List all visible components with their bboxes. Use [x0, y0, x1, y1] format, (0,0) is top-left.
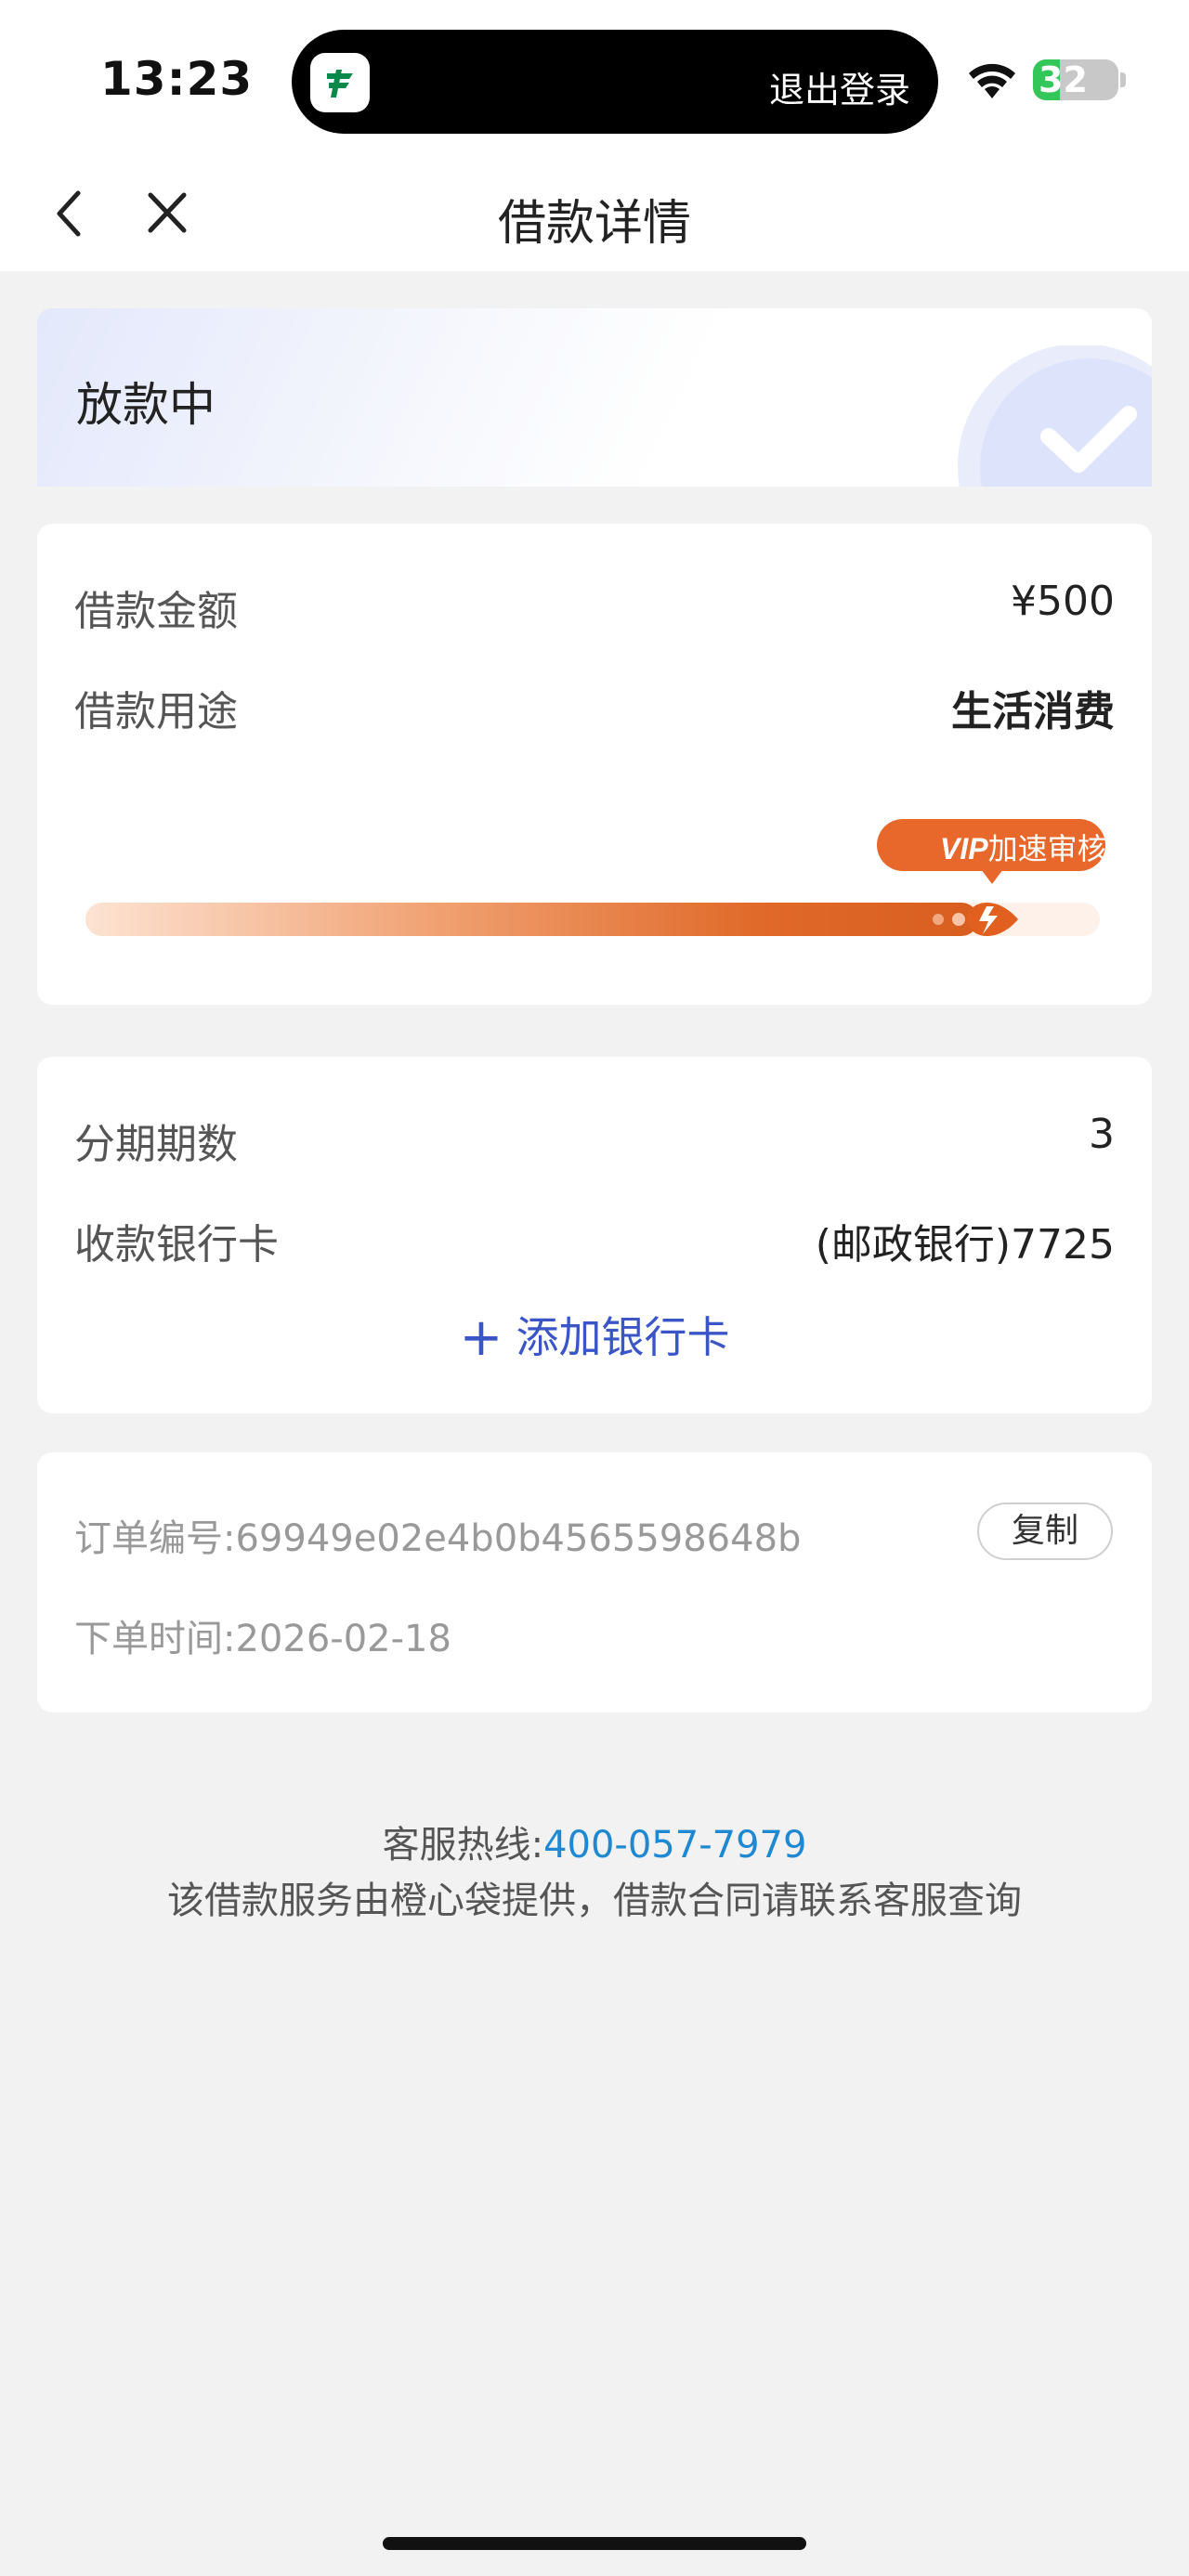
- postal-app-icon: [310, 53, 370, 112]
- order-time: 下单时间:2026-02-18: [74, 1608, 451, 1662]
- battery-percent: 32: [1039, 59, 1088, 100]
- check-icon: [958, 345, 1152, 487]
- service-provider-note: 该借款服务由橙心袋提供，借款合同请联系客服查询: [167, 1880, 1022, 1922]
- order-time-label: 下单时间:: [74, 1618, 236, 1660]
- loan-purpose-value: 生活消费: [951, 688, 1115, 735]
- battery-tip: [1120, 72, 1126, 87]
- hotline-number-link[interactable]: 400-057-7979: [543, 1824, 806, 1867]
- loan-status-title: 放款中: [76, 378, 216, 432]
- status-bar: 13:23 退出登录 32: [0, 0, 1189, 158]
- hotline-label: 客服热线:: [382, 1824, 544, 1867]
- loan-status-card: 放款中: [37, 308, 1152, 487]
- wifi-icon: [969, 63, 1015, 98]
- copy-button[interactable]: 复制: [977, 1503, 1113, 1560]
- dynamic-island[interactable]: 退出登录: [292, 30, 938, 134]
- logout-button[interactable]: 退出登录: [769, 61, 910, 112]
- customer-service-hotline: 客服热线:400-057-7979: [0, 1815, 1189, 1868]
- bank-card-label: 收款银行卡: [74, 1221, 279, 1268]
- order-time-value: 2026-02-18: [235, 1618, 451, 1660]
- installment-periods-value: 3: [1089, 1111, 1115, 1158]
- nav-bar: 借款详情: [0, 158, 1189, 271]
- add-bank-card-label: 添加银行卡: [516, 1312, 730, 1362]
- order-info-card: 订单编号:69949e02e4b0b4565598648b 复制 下单时间:20…: [37, 1452, 1152, 1712]
- page-title: 借款详情: [497, 196, 691, 252]
- installment-periods-label: 分期期数: [74, 1121, 238, 1168]
- vip-review-status: VIP加速审核中: [940, 831, 1137, 866]
- loan-purpose-label: 借款用途: [74, 688, 238, 735]
- rocket-icon: [966, 902, 1018, 937]
- review-progress-fill: [85, 903, 988, 936]
- loan-info-card: 借款金额 ¥500 借款用途 生活消费 VIP加速审核中: [37, 524, 1152, 1005]
- battery-icon: 32: [1033, 59, 1118, 100]
- status-time: 13:23: [100, 52, 254, 106]
- bank-card-value: (邮政银行)7725: [815, 1221, 1115, 1268]
- plus-icon: +: [459, 1308, 503, 1368]
- add-bank-card-button[interactable]: + 添加银行卡: [37, 1304, 1152, 1368]
- order-id-value: 69949e02e4b0b4565598648b: [235, 1517, 802, 1560]
- loan-amount-label: 借款金额: [74, 588, 238, 635]
- home-indicator[interactable]: [383, 2537, 806, 2550]
- review-progress-bar: [85, 903, 1100, 936]
- order-id: 订单编号:69949e02e4b0b4565598648b: [74, 1508, 801, 1562]
- installment-card: 分期期数 3 收款银行卡 (邮政银行)7725 + 添加银行卡: [37, 1057, 1152, 1413]
- order-id-label: 订单编号:: [74, 1517, 236, 1560]
- loan-amount-value: ¥500: [1011, 578, 1115, 625]
